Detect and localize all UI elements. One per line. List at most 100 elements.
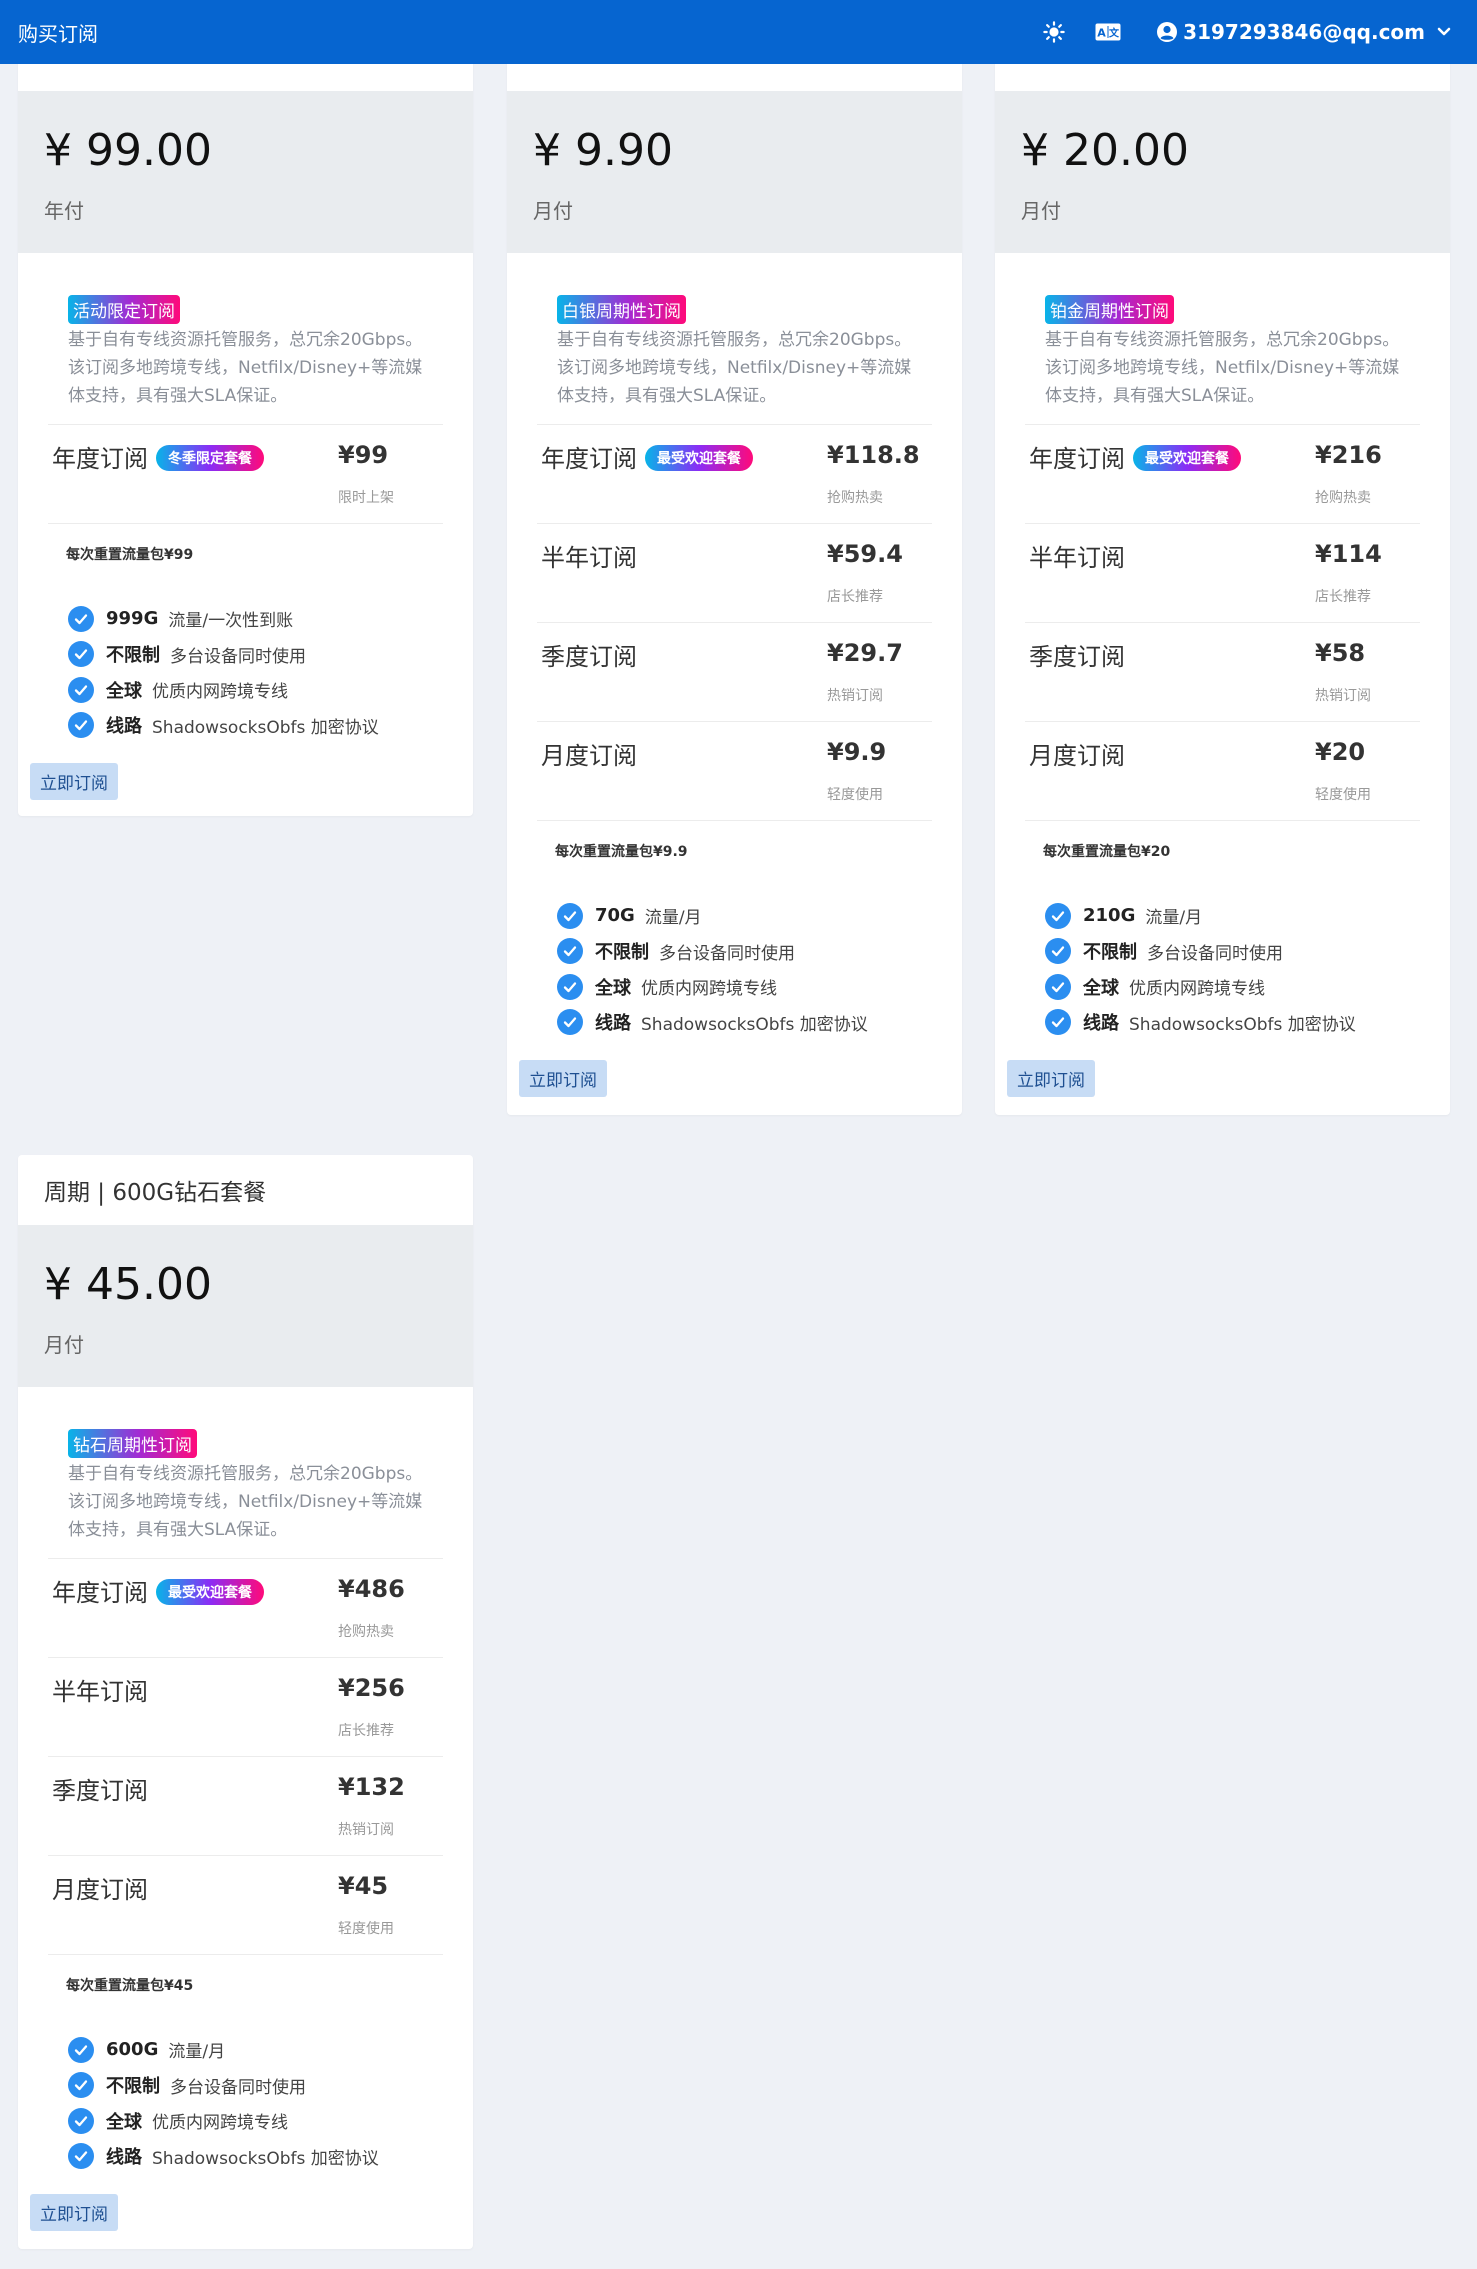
plan-row[interactable]: 月度订阅 ¥20 轻度使用: [1025, 721, 1420, 820]
plan-list: 年度订阅 最受欢迎套餐 ¥118.8 抢购热卖 半年订阅 ¥59.4 店长推荐 季…: [537, 424, 932, 820]
plan-tag: 最受欢迎套餐: [645, 445, 753, 471]
feature-text: ShadowsocksObfs 加密协议: [641, 1014, 868, 1035]
feature-text: 优质内网跨境专线: [152, 682, 288, 703]
feature-key: 全球: [106, 2111, 142, 2133]
subscribe-button[interactable]: 立即订阅: [30, 763, 118, 800]
feature-key: 999G: [106, 608, 159, 630]
plan-row[interactable]: 季度订阅 ¥29.7 热销订阅: [537, 622, 932, 721]
subscribe-button[interactable]: 立即订阅: [30, 2194, 118, 2231]
price-block: ¥ 99.00 年付: [18, 91, 473, 253]
plan-tag: 最受欢迎套餐: [1133, 445, 1241, 471]
card-price: ¥ 9.90: [533, 125, 673, 176]
feature-text: 优质内网跨境专线: [1129, 979, 1265, 1000]
plan-name: 月度订阅: [541, 742, 637, 770]
plan-price: ¥59.4: [827, 540, 903, 568]
plan-row[interactable]: 半年订阅 ¥59.4 店长推荐: [537, 523, 932, 622]
plan-price: ¥20: [1315, 738, 1366, 766]
user-email: 3197293846@qq.com: [1183, 20, 1425, 44]
plan-row[interactable]: 季度订阅 ¥132 热销订阅: [48, 1756, 443, 1855]
check-circle-icon: [68, 676, 94, 703]
plan-name: 年度订阅: [1029, 445, 1125, 473]
check-circle-icon: [1045, 902, 1071, 929]
feature-item: 线路 ShadowsocksObfs 加密协议: [1045, 1005, 1420, 1041]
feature-item: 线路 ShadowsocksObfs 加密协议: [68, 2139, 443, 2175]
language-icon[interactable]: A文: [1095, 23, 1121, 41]
svg-text:A: A: [1097, 27, 1106, 40]
feature-text: 流量/月: [1145, 908, 1203, 929]
plan-row[interactable]: 月度订阅 ¥45 轻度使用: [48, 1855, 443, 1954]
card-body: 铂金周期性订阅 基于自有专线资源托管服务，总冗余20Gbps。该订阅多地跨境专线…: [995, 253, 1450, 1115]
plan-price: ¥256: [338, 1674, 405, 1702]
plan-tag: 最受欢迎套餐: [156, 1579, 264, 1605]
plan-name: 月度订阅: [52, 1876, 148, 1904]
reset-traffic-note: 每次重置流量包¥99: [48, 523, 443, 583]
feature-text: 流量/月: [168, 2042, 226, 2063]
check-circle-icon: [1045, 1009, 1071, 1036]
plan-name: 年度订阅: [541, 445, 637, 473]
plan-note: 抢购热卖: [338, 1624, 394, 1640]
subscribe-button[interactable]: 立即订阅: [1007, 1060, 1095, 1097]
plan-note: 限时上架: [338, 490, 394, 506]
subscribe-button[interactable]: 立即订阅: [519, 1060, 607, 1097]
plan-name: 季度订阅: [541, 643, 637, 671]
plan-row[interactable]: 半年订阅 ¥256 店长推荐: [48, 1657, 443, 1756]
theme-toggle-icon[interactable]: [1043, 21, 1065, 43]
feature-text: 流量/月: [644, 908, 702, 929]
plan-row[interactable]: 半年订阅 ¥114 店长推荐: [1025, 523, 1420, 622]
plan-name: 季度订阅: [52, 1777, 148, 1805]
check-circle-icon: [557, 902, 583, 929]
plan-row[interactable]: 季度订阅 ¥58 热销订阅: [1025, 622, 1420, 721]
card-period: 月付: [533, 199, 573, 223]
price-block: ¥ 20.00 月付: [995, 91, 1450, 253]
plan-row[interactable]: 年度订阅 冬季限定套餐 ¥99 限时上架: [48, 424, 443, 523]
plan-name: 月度订阅: [1029, 742, 1125, 770]
feature-text: 多台设备同时使用: [170, 646, 306, 667]
plan-name: 半年订阅: [52, 1678, 148, 1706]
check-circle-icon: [68, 605, 94, 632]
chevron-down-icon: [1437, 23, 1451, 41]
feature-list: 600G 流量/月 不限制 多台设备同时使用 全球 优质内网跨境专线 线路 Shadow…: [48, 2014, 443, 2174]
check-circle-icon: [1045, 973, 1071, 1000]
plan-price: ¥114: [1315, 540, 1382, 568]
plan-name: 半年订阅: [1029, 544, 1125, 572]
plan-note: 热销订阅: [338, 1822, 394, 1838]
plan-name: 年度订阅: [52, 1579, 148, 1607]
page-title: 购买订阅: [18, 21, 98, 46]
plan-row[interactable]: 年度订阅 最受欢迎套餐 ¥216 抢购热卖: [1025, 424, 1420, 523]
card-body: 活动限定订阅 基于自有专线资源托管服务，总冗余20Gbps。该订阅多地跨境专线，…: [18, 253, 473, 816]
feature-text: ShadowsocksObfs 加密协议: [152, 2148, 379, 2169]
feature-text: 多台设备同时使用: [170, 2077, 306, 2098]
feature-item: 全球 优质内网跨境专线: [1045, 969, 1420, 1005]
feature-text: 多台设备同时使用: [1147, 943, 1283, 964]
top-navbar: 购买订阅 A文 3197293846@qq.com: [0, 0, 1477, 64]
feature-key: 不限制: [595, 942, 649, 964]
user-menu[interactable]: 3197293846@qq.com: [1157, 20, 1451, 44]
plan-list: 年度订阅 最受欢迎套餐 ¥486 抢购热卖 半年订阅 ¥256 店长推荐 季度订阅…: [48, 1558, 443, 1954]
user-circle-icon: [1157, 22, 1178, 42]
feature-item: 不限制 多台设备同时使用: [557, 934, 932, 970]
check-circle-icon: [68, 712, 94, 739]
feature-item: 线路 ShadowsocksObfs 加密协议: [68, 708, 443, 744]
feature-list: 210G 流量/月 不限制 多台设备同时使用 全球 优质内网跨境专线 线路 Shadow…: [1025, 880, 1420, 1040]
plan-list: 年度订阅 冬季限定套餐 ¥99 限时上架: [48, 424, 443, 523]
reset-traffic-note: 每次重置流量包¥45: [48, 1954, 443, 2014]
feature-item: 全球 优质内网跨境专线: [557, 969, 932, 1005]
check-circle-icon: [68, 641, 94, 668]
plan-price: ¥58: [1315, 639, 1366, 667]
plan-row[interactable]: 年度订阅 最受欢迎套餐 ¥486 抢购热卖: [48, 1558, 443, 1657]
check-circle-icon: [557, 938, 583, 965]
feature-item: 70G 流量/月: [557, 898, 932, 934]
plan-note: 店长推荐: [1315, 589, 1371, 605]
plan-row[interactable]: 年度订阅 最受欢迎套餐 ¥118.8 抢购热卖: [537, 424, 932, 523]
subscription-badge: 钻石周期性订阅: [68, 1429, 197, 1458]
feature-item: 不限制 多台设备同时使用: [1045, 934, 1420, 970]
feature-item: 不限制 多台设备同时使用: [68, 2068, 443, 2104]
subscription-badge: 活动限定订阅: [68, 295, 180, 324]
plan-note: 热销订阅: [1315, 688, 1371, 704]
plan-row[interactable]: 月度订阅 ¥9.9 轻度使用: [537, 721, 932, 820]
card-period: 月付: [1021, 199, 1061, 223]
feature-text: ShadowsocksObfs 加密协议: [1129, 1014, 1356, 1035]
plan-price: ¥9.9: [827, 738, 887, 766]
feature-key: 线路: [1083, 1013, 1119, 1035]
plan-price: ¥486: [338, 1575, 405, 1603]
